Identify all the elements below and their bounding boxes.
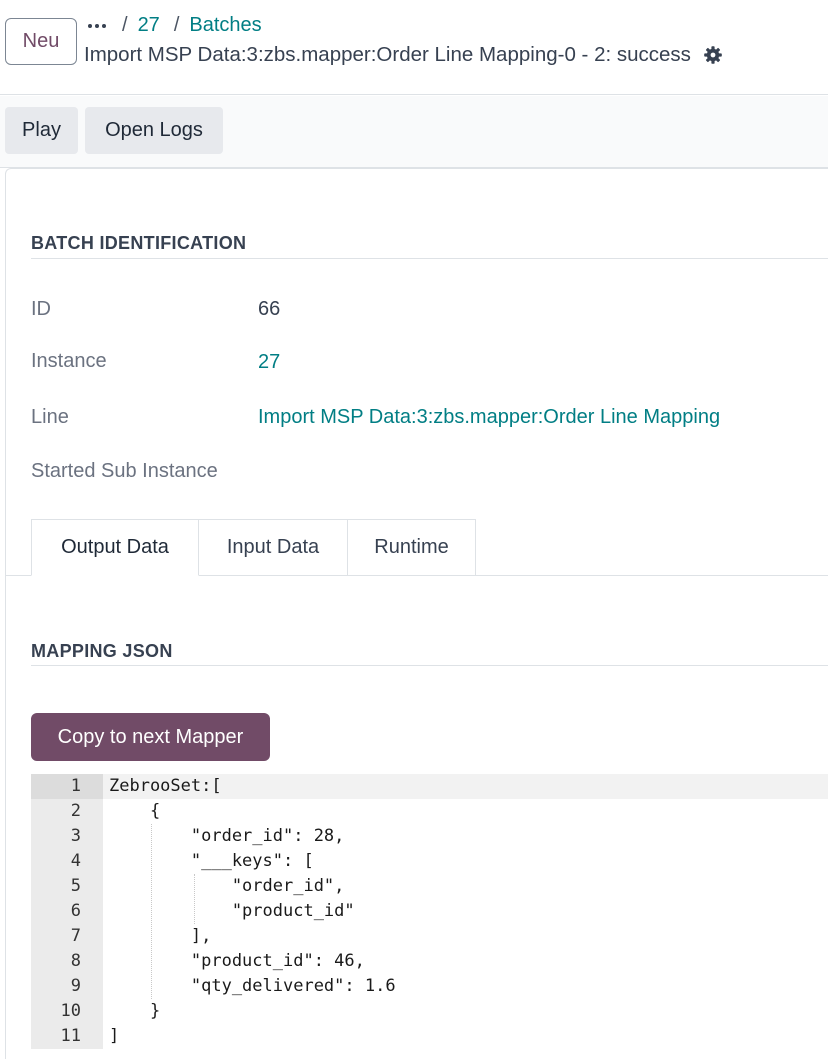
code-text: ZebrooSet:[: [109, 776, 222, 796]
code-text: ],: [109, 926, 212, 946]
new-button[interactable]: Neu: [5, 18, 77, 65]
code-line: 11 ]: [31, 1024, 828, 1049]
json-code-editor[interactable]: 1 ZebrooSet:[ 2 { 3 "order_id": 28, 4 "_…: [31, 774, 828, 1050]
line-number: 9: [70, 976, 81, 996]
indent-guide: [151, 824, 152, 999]
tab-output-data[interactable]: Output Data: [31, 519, 199, 576]
tab-divider-left: [6, 575, 31, 576]
field-value-line-link[interactable]: Import MSP Data:3:zbs.mapper:Order Line …: [258, 406, 720, 429]
line-number: 5: [70, 876, 81, 896]
field-label-instance: Instance: [31, 350, 107, 372]
section-title-mapping-json: MAPPING JSON: [31, 641, 173, 661]
breadcrumb-separator: /: [122, 13, 128, 36]
notebook-tabs: Output Data Input Data Runtime: [31, 519, 476, 576]
field-value-id: 66: [258, 298, 281, 320]
section-title-batch-identification: BATCH IDENTIFICATION: [31, 233, 247, 253]
indent-guide: [194, 874, 195, 924]
play-button[interactable]: Play: [5, 107, 78, 154]
field-value-instance-link[interactable]: 27: [258, 351, 280, 374]
gear-icon[interactable]: [703, 45, 723, 65]
code-text: "___keys": [: [109, 851, 314, 871]
line-number: 8: [70, 951, 81, 971]
breadcrumb-batches-link[interactable]: Batches: [189, 14, 261, 37]
record-title: Import MSP Data:3:zbs.mapper:Order Line …: [84, 43, 691, 66]
section-divider: [31, 258, 828, 259]
record-title-row: Import MSP Data:3:zbs.mapper:Order Line …: [84, 43, 723, 67]
copy-to-next-mapper-button[interactable]: Copy to next Mapper: [31, 713, 270, 761]
line-number: 6: [70, 901, 81, 921]
field-label-line: Line: [31, 406, 69, 428]
action-bar: Play Open Logs: [0, 96, 828, 168]
code-line: 1 ZebrooSet:[: [31, 774, 828, 799]
breadcrumb-separator: /: [173, 13, 180, 36]
code-line: 2 {: [31, 799, 828, 824]
code-text: "order_id",: [109, 876, 345, 896]
open-logs-button[interactable]: Open Logs: [85, 107, 223, 154]
line-number: 7: [70, 926, 81, 946]
breadcrumb-instance-link[interactable]: 27: [138, 14, 160, 37]
code-text: {: [109, 801, 161, 821]
code-text: ]: [109, 1026, 120, 1046]
tab-runtime[interactable]: Runtime: [348, 519, 476, 576]
line-number: 10: [60, 1001, 81, 1021]
field-label-started-sub-instance: Started Sub Instance: [31, 460, 218, 482]
line-number: 2: [70, 801, 81, 821]
line-number: 1: [31, 774, 103, 799]
line-number: 4: [70, 851, 81, 871]
line-number: 11: [60, 1026, 81, 1046]
code-text: "product_id": [109, 901, 355, 921]
code-text: "order_id": 28,: [109, 826, 345, 846]
code-text: "product_id": 46,: [109, 951, 365, 971]
code-text: }: [109, 1001, 161, 1021]
code-line: 10 }: [31, 999, 828, 1024]
section-divider: [31, 665, 828, 666]
breadcrumb: / 27 / Batches: [88, 11, 262, 39]
field-label-id: ID: [31, 298, 51, 320]
more-breadcrumbs-icon[interactable]: [88, 24, 108, 28]
line-number: 3: [70, 826, 81, 846]
control-panel: Neu / 27 / Batches Import MSP Data:3:zbs…: [0, 0, 828, 95]
tab-input-data[interactable]: Input Data: [199, 519, 348, 576]
form-sheet: BATCH IDENTIFICATION ID 66 Instance 27 L…: [5, 168, 828, 1059]
